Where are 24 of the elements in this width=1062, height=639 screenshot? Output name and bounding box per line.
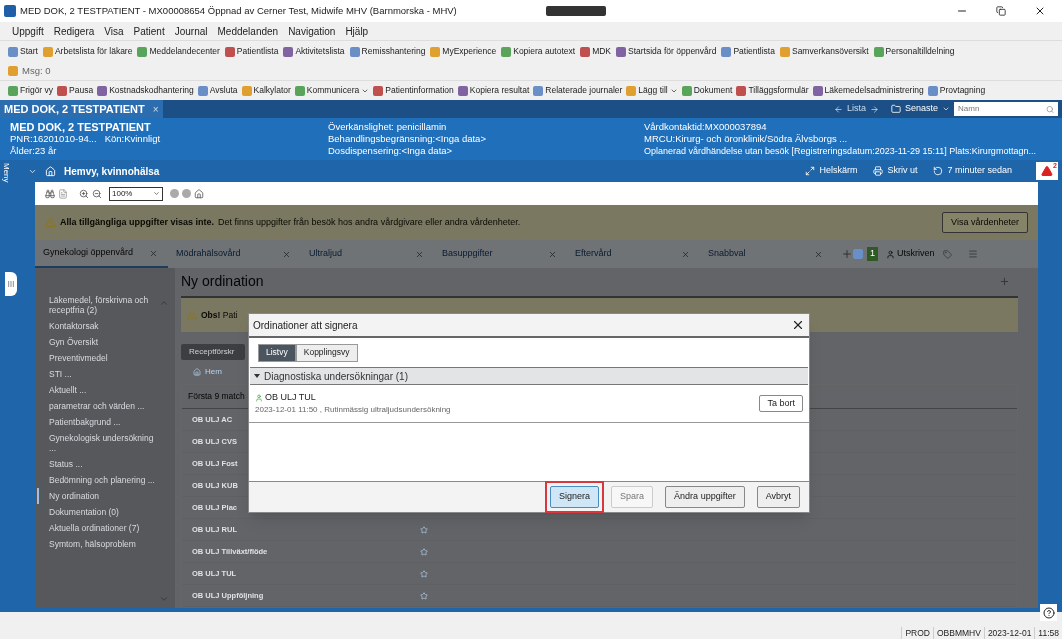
patient-sex: Kön:Kvinnligt	[104, 133, 161, 145]
contact-id: Vårdkontaktid:MX000037894	[644, 121, 768, 133]
treatment-limit-info: Behandlingsbegränsning:<Inga data>	[328, 133, 487, 145]
section-heading: Ny ordination	[181, 272, 264, 292]
order-name: OB ULJ TUL	[265, 390, 316, 404]
care-unit: MRCU:Kirurg- och öronklinik/Södra Älvsborgs ...	[644, 133, 849, 145]
notice-text: Obs! Pati	[201, 308, 238, 322]
warning-title: Alla tillgängliga uppgifter visas inte.	[60, 215, 215, 229]
warning-text: Det finns uppgifter från besök hos andra vårdgivare eller andra vårdenheter.	[218, 215, 521, 229]
status-field: 11:58	[1034, 627, 1062, 639]
tab-badge: 1	[867, 247, 878, 261]
planned-event: Oplanerad vårdhändelse utan besök [Registreringsdatum:2023-11-29 15:11] Plats:Kirurgmottagn...	[644, 145, 1037, 157]
patient-id: PNR:16201010-94...	[10, 133, 97, 145]
status-field: PROD	[901, 627, 933, 639]
allergy-info: Överkänslighet: penicillamin	[328, 121, 448, 133]
page-title: Hemvy, kvinnohälsa	[64, 164, 160, 179]
discharged-status: Utskriven	[886, 247, 935, 261]
dosing-info: Dosdispensering:<Inga data>	[328, 145, 454, 157]
status-field: OBBMMHV	[932, 627, 984, 639]
patient-age: Ålder:23 år	[10, 145, 58, 157]
status-field: 2023-12-01	[983, 627, 1035, 639]
window-title: MED DOK, 2 TESTPATIENT - MX00008654 Öppnad av Cerner Test, Midwife MHV (Barnmorska - MHV)	[20, 3, 457, 18]
patient-name: MED DOK, 2 TESTPATIENT	[10, 121, 152, 133]
dialog-title: Ordinationer att signera	[253, 318, 358, 333]
